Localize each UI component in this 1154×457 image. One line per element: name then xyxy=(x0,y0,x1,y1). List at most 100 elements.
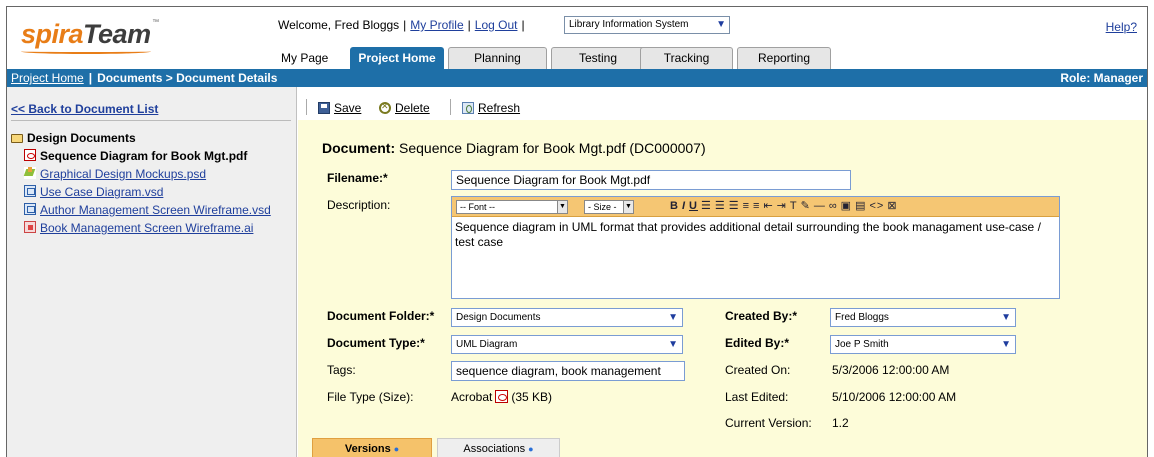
breadcrumb: Project Home | Documents > Document Detail… xyxy=(7,69,1147,87)
tree-item[interactable]: Graphical Design Mockups.psd xyxy=(11,166,271,184)
tree-item-current: Sequence Diagram for Book Mgt.pdf xyxy=(11,148,271,166)
divider xyxy=(11,120,291,121)
delete-button[interactable]: Delete xyxy=(379,101,430,115)
expand-icon: ● xyxy=(393,444,400,454)
chevron-down-icon: ▼ xyxy=(1001,312,1011,323)
last-edited-value: 5/10/2006 12:00:00 AM xyxy=(832,390,957,404)
ordered-list-icon[interactable]: ≡ xyxy=(743,200,750,212)
bold-icon[interactable]: B xyxy=(670,200,679,212)
table-icon[interactable]: ▤ xyxy=(855,199,866,212)
underline-icon[interactable]: U xyxy=(689,200,698,212)
document-type-select[interactable]: UML Diagram ▼ xyxy=(451,335,683,354)
indent-icon[interactable]: ⇥ xyxy=(777,199,787,212)
log-out-link[interactable]: Log Out xyxy=(475,18,518,32)
detail-tabs: Versions ● Associations ● xyxy=(298,438,1147,457)
source-code-icon[interactable]: <> xyxy=(869,200,884,212)
tab-project-home[interactable]: Project Home xyxy=(350,47,444,69)
app-frame: spiraTeam ™ Welcome, Fred Bloggs | My Profi… xyxy=(6,6,1148,457)
edited-by-label: Edited By:* xyxy=(725,336,790,350)
fullscreen-icon[interactable]: ⊠ xyxy=(887,199,897,212)
toolbar: Save Delete Refresh xyxy=(298,87,1147,120)
project-select[interactable]: Library Information System ▼ xyxy=(564,16,730,34)
outdent-icon[interactable]: ⇤ xyxy=(763,199,773,212)
tree-item[interactable]: Book Management Screen Wireframe.ai xyxy=(11,220,271,238)
font-select[interactable]: -- Font -- ▼ xyxy=(456,200,568,214)
document-folder-select[interactable]: Design Documents ▼ xyxy=(451,308,683,327)
align-center-icon[interactable]: ☰ xyxy=(715,199,726,212)
tree-item[interactable]: Author Management Screen Wireframe.vsd xyxy=(11,202,271,220)
vsd-icon xyxy=(24,203,36,215)
chevron-down-icon: ▼ xyxy=(716,19,726,30)
tab-associations[interactable]: Associations ● xyxy=(437,438,560,457)
vsd-icon xyxy=(24,185,36,197)
created-by-select[interactable]: Fred Bloggs ▼ xyxy=(830,308,1016,327)
unordered-list-icon[interactable]: ≡ xyxy=(753,200,760,212)
back-to-document-list-link[interactable]: << Back to Document List xyxy=(11,102,158,116)
horizontal-rule-icon[interactable]: — xyxy=(814,200,826,212)
created-on-label: Created On: xyxy=(725,363,791,377)
toolbar-separator xyxy=(450,99,451,115)
save-button[interactable]: Save xyxy=(318,101,361,115)
tree-item[interactable]: Use Case Diagram.vsd xyxy=(11,184,271,202)
folder-open-icon xyxy=(11,134,23,143)
editor-toolbar: -- Font -- ▼ - Size - ▼ B I U ☰ ☰ ☰ ≡ ≡ ⇤ ⇥ T ✎ — ∞ ▣ ▤ <>… xyxy=(452,197,1059,217)
breadcrumb-project-home[interactable]: Project Home xyxy=(11,71,84,85)
edited-by-select[interactable]: Joe P Smith ▼ xyxy=(830,335,1016,354)
tab-reporting[interactable]: Reporting xyxy=(737,47,831,69)
document-folder-label: Document Folder:* xyxy=(327,309,435,323)
align-right-icon[interactable]: ☰ xyxy=(729,199,740,212)
refresh-icon xyxy=(462,102,474,114)
psd-icon xyxy=(24,167,36,179)
sidebar: << Back to Document List Design Document… xyxy=(7,87,297,457)
welcome-text: Welcome, Fred Bloggs xyxy=(278,18,400,32)
tab-versions[interactable]: Versions ● xyxy=(312,438,432,457)
description-label: Description: xyxy=(327,198,391,212)
filename-label: Filename:* xyxy=(327,171,388,185)
link-icon[interactable]: ∞ xyxy=(829,200,838,212)
help-link[interactable]: Help? xyxy=(1106,20,1137,34)
created-by-label: Created By:* xyxy=(725,309,798,323)
current-version-value: 1.2 xyxy=(832,416,849,430)
italic-icon[interactable]: I xyxy=(682,200,686,212)
last-edited-label: Last Edited: xyxy=(725,390,789,404)
header: spiraTeam ™ Welcome, Fred Bloggs | My Profi… xyxy=(7,7,1147,69)
document-tree: Design Documents Sequence Diagram for Bo… xyxy=(11,130,271,238)
save-icon xyxy=(318,102,330,114)
expand-icon: ● xyxy=(528,444,534,454)
tags-label: Tags: xyxy=(327,363,356,377)
chevron-down-icon: ▼ xyxy=(1001,339,1011,350)
my-profile-link[interactable]: My Profile xyxy=(410,18,463,32)
file-type-value: Acrobat (35 KB) xyxy=(451,390,553,404)
tags-field[interactable]: sequence diagram, book management xyxy=(451,361,685,381)
pdf-icon xyxy=(495,390,509,403)
format-buttons: B I U ☰ ☰ ☰ ≡ ≡ ⇤ ⇥ T ✎ — ∞ ▣ ▤ <> ⊠ xyxy=(670,199,901,212)
page-title: Document: Sequence Diagram for Book Mgt.… xyxy=(322,140,706,156)
tree-folder[interactable]: Design Documents xyxy=(11,130,271,148)
size-select[interactable]: - Size - ▼ xyxy=(584,200,634,214)
align-left-icon[interactable]: ☰ xyxy=(701,199,712,212)
file-type-label: File Type (Size): xyxy=(327,390,414,404)
description-text[interactable]: Sequence diagram in UML format that prov… xyxy=(455,220,1055,250)
filename-field[interactable]: Sequence Diagram for Book Mgt.pdf xyxy=(451,170,851,190)
toolbar-separator xyxy=(306,99,307,115)
pdf-icon xyxy=(24,149,36,161)
delete-icon xyxy=(379,101,391,114)
tab-testing[interactable]: Testing xyxy=(551,47,645,69)
created-on-value: 5/3/2006 12:00:00 AM xyxy=(832,363,950,377)
tab-planning[interactable]: Planning xyxy=(448,47,547,69)
highlight-icon[interactable]: ✎ xyxy=(801,199,811,212)
text-color-icon[interactable]: T xyxy=(790,200,798,212)
user-bar: Welcome, Fred Bloggs | My Profile | Log Out | xyxy=(278,18,525,32)
refresh-button[interactable]: Refresh xyxy=(462,101,520,115)
logo-swoosh xyxy=(21,49,151,54)
tab-tracking[interactable]: Tracking xyxy=(640,47,733,69)
tab-my-page[interactable]: My Page xyxy=(281,51,328,65)
chevron-down-icon: ▼ xyxy=(668,312,678,323)
image-icon[interactable]: ▣ xyxy=(841,199,852,212)
description-editor[interactable]: -- Font -- ▼ - Size - ▼ B I U ☰ ☰ ☰ ≡ ≡ ⇤ ⇥ T ✎ — ∞ ▣ ▤ <>… xyxy=(451,196,1060,299)
logo: spiraTeam ™ xyxy=(21,19,159,49)
breadcrumb-current: Documents > Document Details xyxy=(97,71,278,85)
chevron-down-icon: ▼ xyxy=(557,201,567,213)
current-version-label: Current Version: xyxy=(725,416,812,430)
chevron-down-icon: ▼ xyxy=(623,201,633,213)
